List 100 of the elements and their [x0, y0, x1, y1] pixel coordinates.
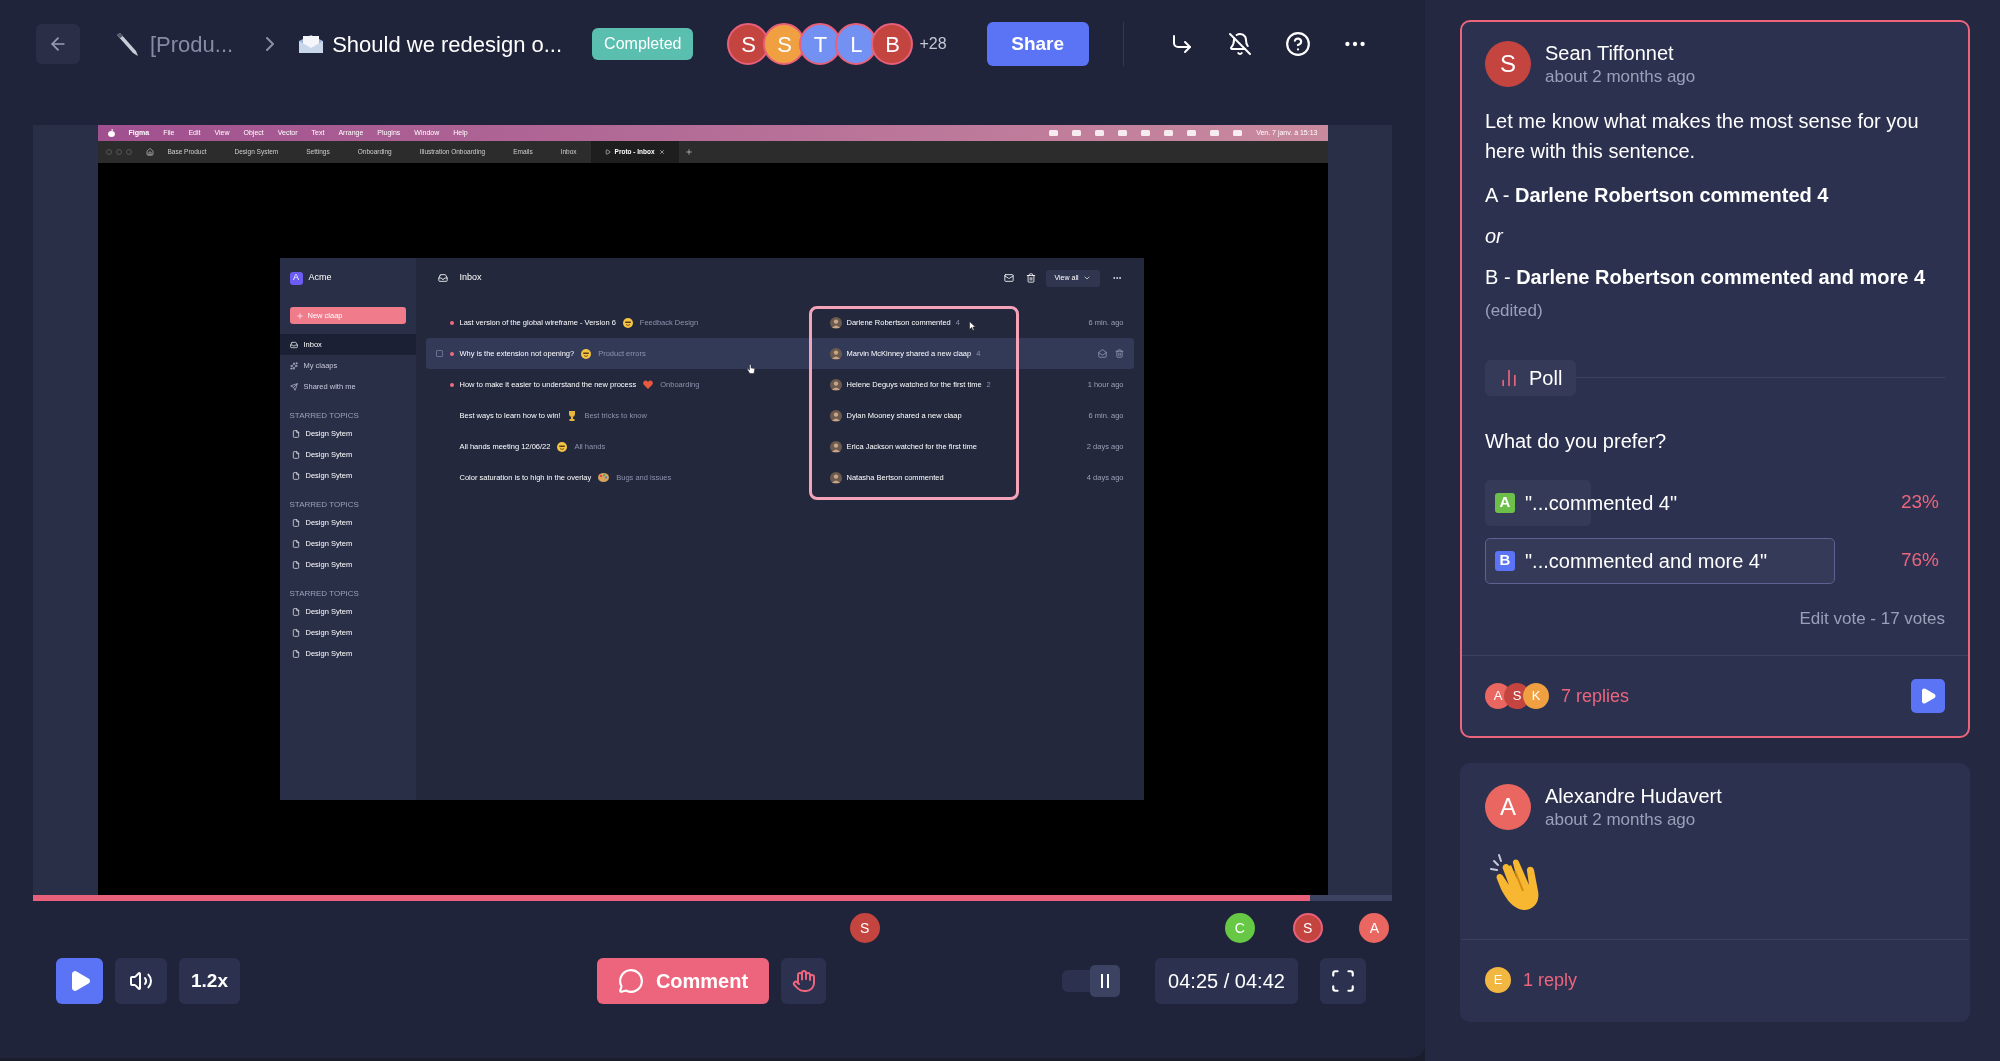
- author-name: Sean Tiffonnet: [1545, 41, 1675, 66]
- play-icon: [604, 149, 611, 155]
- share-button[interactable]: Share: [986, 22, 1089, 66]
- speed-button[interactable]: 1.2x: [179, 958, 240, 1004]
- mark-read-icon[interactable]: [1097, 349, 1107, 358]
- send-icon: [289, 382, 298, 391]
- sparkle-icon: [289, 361, 298, 370]
- heart-icon: [643, 380, 654, 389]
- fullscreen-icon: [1330, 968, 1356, 994]
- workspace-logo: A: [289, 271, 303, 285]
- toggle-switch[interactable]: [1062, 965, 1120, 997]
- avatar: [829, 347, 842, 360]
- comment-text: Let me know what makes the most sense for you here with this sentence.: [1485, 109, 1920, 164]
- document-icon: [291, 471, 300, 480]
- hand-cursor-icon: [746, 364, 755, 374]
- breadcrumb-link[interactable]: [Produ...: [150, 27, 234, 61]
- vote-percent: 23%: [1900, 490, 1939, 515]
- volume-icon: [129, 969, 153, 993]
- option-text: "...commented 4": [1525, 490, 1678, 516]
- plus-icon: [295, 311, 304, 320]
- avatar: A: [1359, 913, 1390, 943]
- poll-question: What do you prefer?: [1485, 428, 1668, 454]
- comment-card[interactable]: [1460, 20, 1970, 738]
- section-title: STARRED TOPICS: [288, 499, 360, 511]
- face-icon: [622, 317, 633, 328]
- comment-text: A - Darlene Robertson commented 4: [1485, 183, 1830, 208]
- status-icon[interactable]: [1141, 130, 1151, 136]
- mail-icon[interactable]: [1003, 273, 1014, 283]
- option-letter: B: [1495, 550, 1515, 571]
- document-icon: [291, 607, 300, 616]
- avatar: S: [1485, 41, 1531, 87]
- replies-link[interactable]: 1 reply: [1523, 966, 1578, 994]
- status-badge: Completed: [592, 28, 694, 60]
- avatar: S: [849, 913, 880, 943]
- play-button[interactable]: [56, 958, 103, 1004]
- face-icon: [557, 441, 568, 452]
- claap-title: Should we redesign o...: [332, 30, 563, 59]
- edited-note: (edited): [1485, 300, 1544, 322]
- cursor-icon: [968, 321, 976, 331]
- status-icon[interactable]: [1049, 130, 1059, 136]
- clap-button[interactable]: [781, 958, 826, 1004]
- vote-summary[interactable]: Edit vote - 17 votes: [1799, 605, 1945, 631]
- author-name: Alexandre Hudavert: [1545, 784, 1722, 809]
- status-icon[interactable]: [1210, 130, 1220, 136]
- trash-icon[interactable]: [1025, 273, 1036, 283]
- play-icon: [1919, 687, 1937, 705]
- option-letter: A: [1495, 492, 1515, 513]
- chat-icon: [617, 968, 644, 994]
- back-button[interactable]: [36, 24, 80, 64]
- document-icon: [291, 429, 300, 438]
- avatar: K: [1523, 683, 1549, 709]
- status-icon[interactable]: [1072, 130, 1082, 136]
- replies-link[interactable]: 7 replies: [1561, 682, 1630, 710]
- palette-icon: [598, 473, 610, 482]
- bell-off-icon[interactable]: [1227, 32, 1252, 56]
- poll-label: Poll: [1529, 365, 1563, 391]
- face-icon: [581, 348, 592, 359]
- avatar: [829, 316, 842, 329]
- avatar: B: [871, 23, 914, 65]
- poll-option[interactable]: A "...commented 4" 23%: [1485, 479, 1945, 526]
- inbox-icon: [437, 273, 448, 283]
- document-icon: [291, 628, 300, 637]
- hand-icon: [791, 969, 816, 993]
- page-title: Inbox: [459, 271, 482, 285]
- status-icon[interactable]: [1187, 130, 1197, 136]
- avatar: [829, 378, 842, 391]
- comment-text: B - Darlene Robertson commented and more 4: [1485, 265, 1927, 290]
- section-title: STARRED TOPICS: [288, 588, 360, 600]
- chevron-down-icon: [1082, 274, 1091, 282]
- status-icon[interactable]: [1164, 130, 1174, 136]
- comment-card[interactable]: A Alexandre Hudavert about 2 months ago E 1 reply: [1460, 763, 1970, 1022]
- avatar: A: [1485, 784, 1531, 830]
- comment-time: about 2 months ago: [1545, 809, 1697, 831]
- envelope-icon: [298, 33, 325, 55]
- avatar: C: [1224, 913, 1255, 943]
- volume-button[interactable]: [115, 958, 167, 1004]
- time-display: 04:25 / 04:42: [1155, 958, 1298, 1004]
- status-icon[interactable]: [1095, 130, 1105, 136]
- close-icon[interactable]: [658, 149, 665, 155]
- document-icon: [291, 649, 300, 658]
- poll-option[interactable]: B "...commented and more 4" 76%: [1485, 537, 1945, 584]
- window-controls: [105, 149, 134, 155]
- help-icon[interactable]: [1284, 31, 1311, 57]
- document-icon: [291, 450, 300, 459]
- avatar: S: [1292, 913, 1323, 943]
- new-tab-icon[interactable]: [684, 148, 693, 156]
- comment-text: or: [1485, 224, 1505, 248]
- comment-time: about 2 months ago: [1545, 66, 1696, 88]
- home-icon[interactable]: [145, 148, 154, 156]
- avatar: [829, 409, 842, 422]
- status-icon[interactable]: [1118, 130, 1128, 136]
- avatar: E: [1485, 967, 1511, 993]
- status-icon[interactable]: [1233, 130, 1243, 136]
- pen-icon: [114, 31, 140, 57]
- avatar: [829, 471, 842, 484]
- fullscreen-button[interactable]: [1320, 958, 1366, 1004]
- inbox-icon: [289, 340, 298, 349]
- play-button[interactable]: [1911, 679, 1945, 713]
- checkbox[interactable]: [435, 350, 443, 357]
- trophy-icon: [567, 410, 578, 421]
